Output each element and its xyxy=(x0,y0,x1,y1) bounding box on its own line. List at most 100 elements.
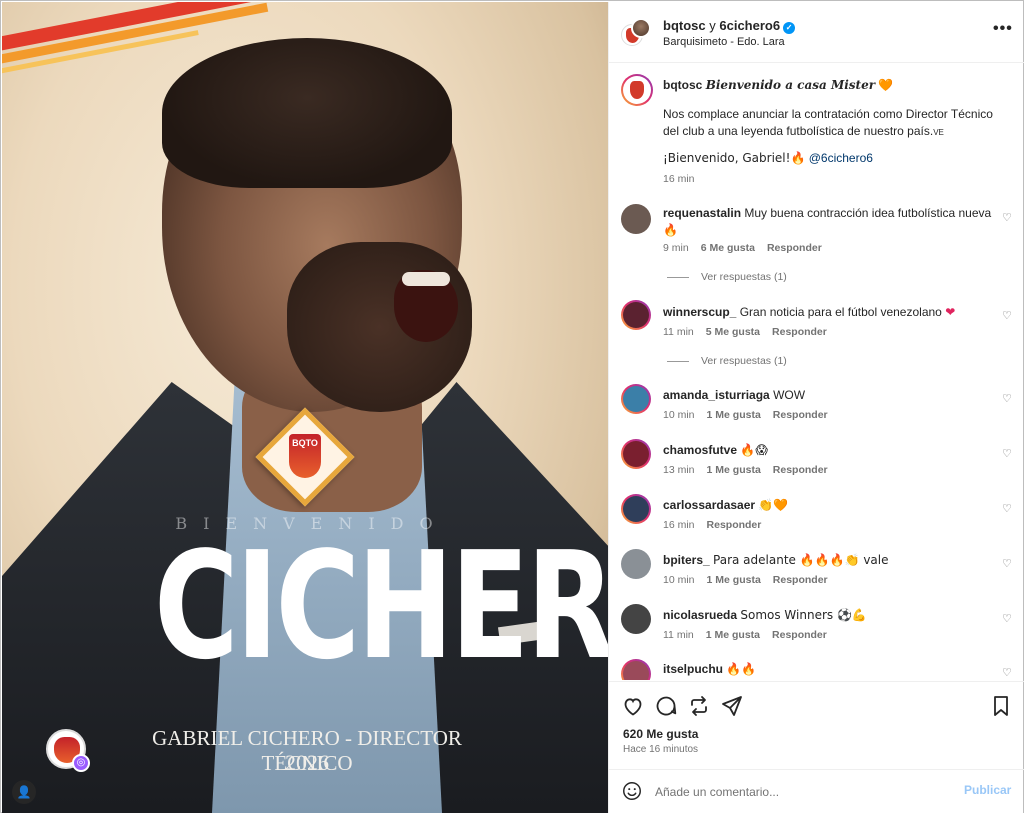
comment-avatar[interactable] xyxy=(621,604,651,634)
comment-likes[interactable]: 6 Me gusta xyxy=(701,242,755,254)
comment-like-heart-icon[interactable]: ♡ xyxy=(1002,309,1012,322)
author-avatars[interactable] xyxy=(621,18,651,48)
comment-text-block: nicolasrueda Somos Winners ⚽💪 xyxy=(663,607,993,624)
caption-body-line2: del club a una leyenda futbolística de n… xyxy=(663,124,934,138)
comment-likes[interactable]: 1 Me gusta xyxy=(707,574,761,586)
comment-time: 11 min xyxy=(663,326,694,338)
comment-reply-button[interactable]: Responder xyxy=(773,409,828,421)
comment-time: 11 min xyxy=(663,629,694,641)
comment-meta: 9 min 6 Me gusta Responder xyxy=(663,242,822,254)
comment-meta: 11 min 5 Me gusta Responder xyxy=(663,326,827,338)
avatar-6cichero6 xyxy=(631,18,651,38)
tagged-people-icon[interactable]: 👤 xyxy=(12,780,36,804)
comment-text: Para adelante 🔥🔥🔥👏 vale xyxy=(713,553,889,567)
authors-joiner: y xyxy=(709,18,716,33)
comment-text-block: carlossardasaer 👏🧡 xyxy=(663,497,993,514)
comment-likes[interactable]: 1 Me gusta xyxy=(707,464,761,476)
comment-text-block: amanda_isturriaga WOW xyxy=(663,387,993,404)
comment-username[interactable]: requenastalin xyxy=(663,206,741,220)
comment-avatar[interactable] xyxy=(621,549,651,579)
comment-avatar[interactable] xyxy=(621,439,651,469)
comment-reply-button[interactable]: Responder xyxy=(707,519,762,531)
comment-reply-button[interactable]: Responder xyxy=(772,629,827,641)
instagram-post-modal: BQTO BIENVENIDO CICHERO GABRIEL CICHERO … xyxy=(0,0,1024,813)
emoji-picker-icon[interactable] xyxy=(621,780,643,802)
caption-username[interactable]: bqtosc xyxy=(663,78,702,92)
caption-welcome-line: ¡Bienvenido, Gabriel!🔥 @6cichero6 xyxy=(663,150,1003,167)
comment-meta: 10 min 1 Me gusta Responder xyxy=(663,409,828,421)
comment-text-block: bpiters_ Para adelante 🔥🔥🔥👏 vale xyxy=(663,552,993,569)
comment-username[interactable]: itselpuchu xyxy=(663,662,723,676)
caption-mention[interactable]: @6cichero6 xyxy=(809,151,873,165)
likes-count[interactable]: 620 Me gusta xyxy=(623,727,698,741)
comment-text-block: itselpuchu 🔥🔥 xyxy=(663,661,993,678)
bookmark-icon[interactable] xyxy=(989,694,1013,718)
comment-like-heart-icon[interactable]: ♡ xyxy=(1002,502,1012,515)
repost-icon[interactable] xyxy=(687,694,711,718)
comment-avatar[interactable] xyxy=(621,204,651,234)
comment-like-heart-icon[interactable]: ♡ xyxy=(1002,557,1012,570)
author-username[interactable]: bqtosc xyxy=(663,18,706,33)
venezuela-flag-icon: VE xyxy=(933,128,944,137)
view-replies-button[interactable]: Ver respuestas (1) xyxy=(667,355,787,367)
heart-icon[interactable] xyxy=(621,694,645,718)
collab-username[interactable]: 6cichero6 xyxy=(719,18,780,33)
more-options-icon[interactable]: ••• xyxy=(993,20,1013,38)
post-authors: bqtosc y 6cichero6 ✓ xyxy=(663,18,796,34)
caption-avatar[interactable] xyxy=(621,74,653,106)
comment-reply-button[interactable]: Responder xyxy=(767,242,822,254)
comment-emoji: 🔥 xyxy=(663,223,678,237)
view-replies-button[interactable]: Ver respuestas (1) xyxy=(667,271,787,283)
comment-input[interactable] xyxy=(655,782,945,802)
comment-meta: 11 min 1 Me gusta Responder xyxy=(663,629,827,641)
comment-likes[interactable]: 1 Me gusta xyxy=(707,409,761,421)
comment-username[interactable]: nicolasrueda xyxy=(663,608,737,622)
caption-body: Nos complace anunciar la contratación co… xyxy=(663,106,1008,141)
comment-meta: 13 min 1 Me gusta Responder xyxy=(663,464,828,476)
comment-like-heart-icon[interactable]: ♡ xyxy=(1002,211,1012,224)
comment-meta: 16 min Responder xyxy=(663,519,761,531)
comment-like-heart-icon[interactable]: ♡ xyxy=(1002,666,1012,679)
comment-username[interactable]: chamosfutve xyxy=(663,443,737,457)
comment-username[interactable]: carlossardasaer xyxy=(663,498,755,512)
comment-like-heart-icon[interactable]: ♡ xyxy=(1002,612,1012,625)
comment-icon[interactable] xyxy=(654,694,678,718)
comment-time: 13 min xyxy=(663,464,695,476)
comment-avatar[interactable] xyxy=(621,300,651,330)
comment-text: 🔥😱 xyxy=(740,443,768,457)
comment-like-heart-icon[interactable]: ♡ xyxy=(1002,447,1012,460)
comment-likes[interactable]: 5 Me gusta xyxy=(706,326,760,338)
caption-title-emoji: 🧡 xyxy=(878,78,894,92)
send-icon[interactable] xyxy=(720,694,744,718)
comment-reply-button[interactable]: Responder xyxy=(773,464,828,476)
comment-avatar[interactable] xyxy=(621,384,651,414)
comment-time: 10 min xyxy=(663,409,695,421)
comment-text: WOW xyxy=(773,388,806,402)
comment-reply-button[interactable]: Responder xyxy=(773,574,828,586)
comment-username[interactable]: winnerscup_ xyxy=(663,305,736,319)
post-side-panel: bqtosc y 6cichero6 ✓ Barquisimeto - Edo. … xyxy=(608,2,1024,813)
comment-meta: 10 min 1 Me gusta Responder xyxy=(663,574,828,586)
comment-likes[interactable]: 1 Me gusta xyxy=(706,629,760,641)
comment-like-heart-icon[interactable]: ♡ xyxy=(1002,392,1012,405)
comment-username[interactable]: amanda_isturriaga xyxy=(663,388,770,402)
comment-avatar[interactable] xyxy=(621,659,651,680)
comment-time: 9 min xyxy=(663,242,689,254)
caption-time: 16 min xyxy=(663,173,695,185)
club-badge-text: BQTO xyxy=(292,438,318,448)
comment-reply-button[interactable]: Responder xyxy=(772,326,827,338)
post-actions-bar: 620 Me gusta Hace 16 minutos xyxy=(609,681,1024,769)
post-image[interactable]: BQTO BIENVENIDO CICHERO GABRIEL CICHERO … xyxy=(2,2,608,813)
comment-text-block: winnerscup_ Gran noticia para el fútbol … xyxy=(663,304,993,321)
post-location[interactable]: Barquisimeto - Edo. Lara xyxy=(663,36,785,48)
comment-text-block: chamosfutve 🔥😱 xyxy=(663,442,993,459)
comment-avatar[interactable] xyxy=(621,494,651,524)
comments-list[interactable]: bqtosc Bienvenido a casa Mister 🧡 Nos co… xyxy=(609,64,1024,680)
caption-body-line1: Nos complace anunciar la contratación co… xyxy=(663,107,993,121)
comment-username[interactable]: bpiters_ xyxy=(663,553,710,567)
comment-text: Somos Winners ⚽💪 xyxy=(740,608,867,622)
publish-button[interactable]: Publicar xyxy=(964,783,1011,797)
add-comment-bar: Publicar xyxy=(609,769,1024,813)
posted-time: Hace 16 minutos xyxy=(623,744,699,755)
comment-time: 10 min xyxy=(663,574,695,586)
